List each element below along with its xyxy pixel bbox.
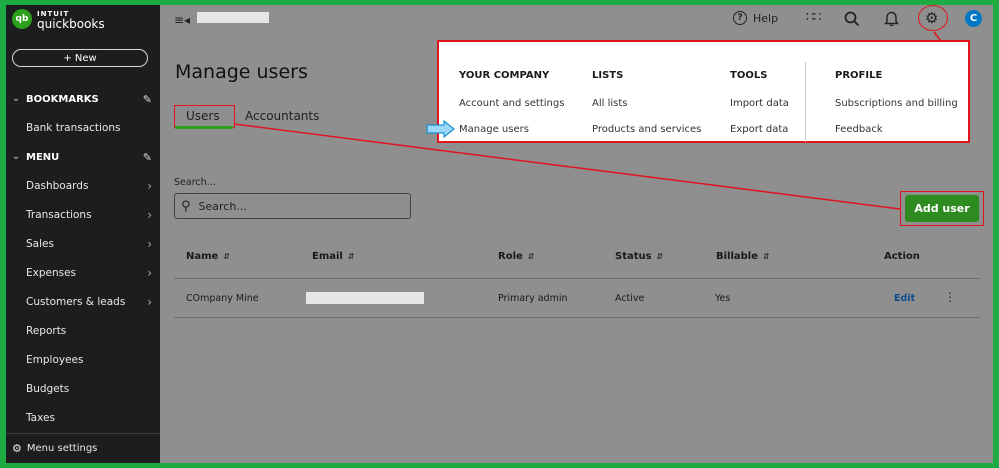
lists-heading: LISTS (592, 70, 624, 81)
company-name-redacted (197, 12, 269, 23)
chevron-right-icon: › (147, 266, 152, 280)
settings-dropdown: YOUR COMPANY Account and settings Manage… (437, 40, 970, 143)
dropdown-divider (805, 62, 806, 142)
active-tab-indicator (175, 126, 233, 129)
sidebar-item-transactions[interactable]: Transactions › (6, 204, 160, 226)
avatar[interactable]: C (965, 10, 982, 27)
search-label: Search... (174, 177, 216, 188)
profile-heading: PROFILE (835, 70, 883, 81)
column-header-action: Action (884, 251, 920, 262)
user-role-cell: Primary admin (498, 293, 568, 304)
column-header-name[interactable]: Name ⇵ (186, 251, 230, 262)
sidebar-item-reports[interactable]: Reports (6, 320, 160, 342)
sidebar-item-expenses[interactable]: Expenses › (6, 262, 160, 284)
all-lists-link[interactable]: All lists (592, 98, 627, 109)
chevron-down-icon: ⌄ (12, 152, 20, 162)
quickbooks-logo[interactable]: qb INTUIT quickbooks (12, 9, 105, 31)
gear-highlight-circle (918, 5, 948, 31)
table-header-divider (174, 278, 980, 279)
subscriptions-billing-link[interactable]: Subscriptions and billing (835, 98, 958, 109)
sidebar-item-sales[interactable]: Sales › (6, 233, 160, 255)
sidebar-item-dashboards[interactable]: Dashboards › (6, 175, 160, 197)
page-title: Manage users (175, 61, 308, 83)
feedback-link[interactable]: Feedback (835, 124, 883, 135)
menu-label: MENU (26, 151, 60, 163)
menu-header[interactable]: ⌄ MENU ✎ (6, 147, 160, 167)
search-field[interactable]: ⚲ (174, 193, 411, 219)
chevron-right-icon: › (147, 208, 152, 222)
qb-logo-icon: qb (12, 9, 32, 29)
column-header-role[interactable]: Role ⇵ (498, 251, 534, 262)
search-icon: ⚲ (181, 198, 191, 214)
sidebar-item-customers-leads[interactable]: Customers & leads › (6, 291, 160, 313)
search-icon[interactable] (844, 11, 860, 27)
sidebar: qb INTUIT quickbooks + New ⌄ BOOKMARKS ✎… (6, 5, 160, 463)
chevron-down-icon: ⌄ (12, 94, 20, 104)
sort-icon: ⇵ (347, 252, 355, 261)
chevron-right-icon: › (147, 179, 152, 193)
bell-icon[interactable] (884, 11, 899, 27)
sidebar-item-employees[interactable]: Employees (6, 349, 160, 371)
sort-icon: ⇵ (656, 252, 664, 261)
pencil-icon[interactable]: ✎ (143, 93, 152, 106)
add-user-button[interactable]: Add user (905, 195, 979, 222)
edit-user-link[interactable]: Edit (894, 293, 915, 304)
user-billable-cell: Yes (715, 293, 731, 304)
user-status-cell: Active (615, 293, 645, 304)
account-settings-link[interactable]: Account and settings (459, 98, 564, 109)
tab-users-highlight (174, 105, 235, 128)
user-email-redacted (306, 292, 424, 304)
manage-users-link[interactable]: Manage users (459, 124, 529, 135)
tab-accountants[interactable]: Accountants (245, 109, 319, 123)
logo-product-text: quickbooks (37, 17, 105, 31)
apps-grid-icon[interactable]: ∷∷ (806, 10, 822, 25)
chevron-right-icon: › (147, 237, 152, 251)
chevron-right-icon: › (147, 295, 152, 309)
sort-icon: ⇵ (527, 252, 535, 261)
sidebar-item-bank-transactions[interactable]: Bank transactions (6, 117, 160, 139)
column-header-billable[interactable]: Billable ⇵ (716, 251, 770, 262)
question-icon: ? (733, 11, 747, 25)
import-data-link[interactable]: Import data (730, 98, 789, 109)
products-services-link[interactable]: Products and services (592, 124, 701, 135)
bookmarks-label: BOOKMARKS (26, 93, 99, 105)
export-data-link[interactable]: Export data (730, 124, 788, 135)
tools-heading: TOOLS (730, 70, 768, 81)
table-row-divider (174, 317, 980, 318)
menu-settings-button[interactable]: ⚙ Menu settings (6, 433, 160, 463)
sort-icon: ⇵ (223, 252, 231, 261)
collapse-menu-icon[interactable]: ≡◂ (174, 13, 190, 27)
help-button[interactable]: ? Help (733, 11, 778, 25)
column-header-status[interactable]: Status ⇵ (615, 251, 663, 262)
pencil-icon[interactable]: ✎ (143, 151, 152, 164)
more-options-icon[interactable]: ⋮ (944, 290, 956, 304)
column-header-email[interactable]: Email ⇵ (312, 251, 355, 262)
your-company-heading: YOUR COMPANY (459, 70, 550, 81)
search-input[interactable] (198, 199, 389, 213)
sidebar-item-taxes[interactable]: Taxes (6, 407, 160, 429)
sidebar-item-budgets[interactable]: Budgets (6, 378, 160, 400)
new-button[interactable]: + New (12, 49, 148, 67)
gear-icon: ⚙ (12, 442, 22, 455)
bookmarks-header[interactable]: ⌄ BOOKMARKS ✎ (6, 89, 160, 109)
sort-icon: ⇵ (763, 252, 770, 261)
app-frame: qb INTUIT quickbooks + New ⌄ BOOKMARKS ✎… (6, 5, 993, 463)
user-name-cell: COmpany Mine (186, 293, 259, 304)
